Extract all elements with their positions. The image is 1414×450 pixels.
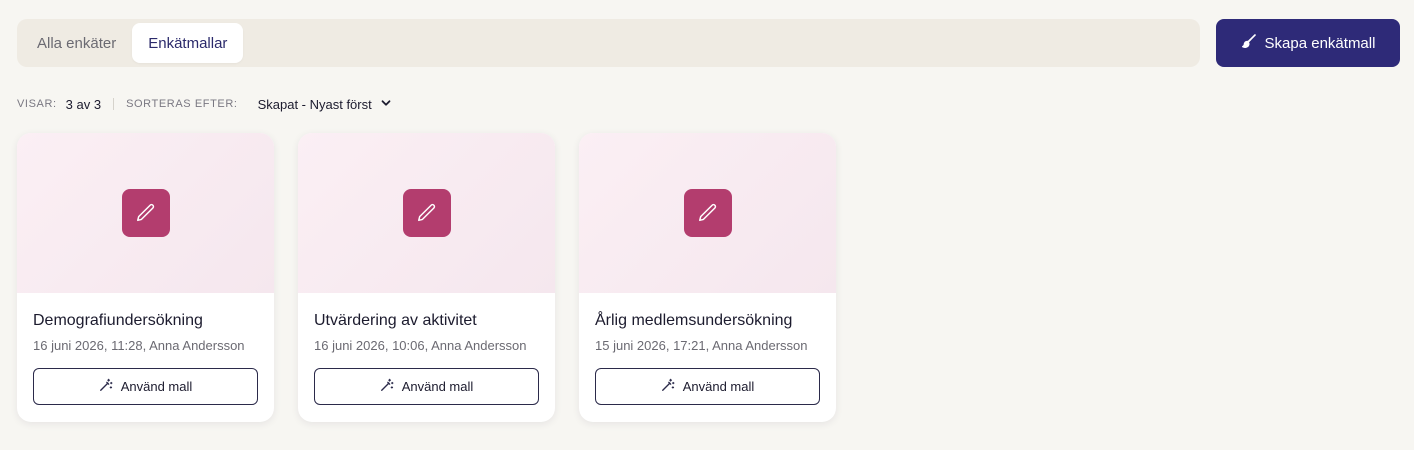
template-card: Årlig medlemsundersökning 15 juni 2026, …	[579, 133, 836, 422]
card-subtitle: 16 juni 2026, 11:28, Anna Andersson	[33, 338, 245, 353]
magic-wand-icon	[380, 378, 394, 395]
template-grid: Demografiundersökning 16 juni 2026, 11:2…	[17, 133, 836, 422]
pencil-icon	[121, 189, 170, 237]
magic-wand-icon	[661, 378, 675, 395]
use-template-label: Använd mall	[120, 379, 193, 394]
sort-label: Sorteras efter:	[126, 98, 238, 110]
magic-wand-icon	[99, 378, 113, 395]
card-title: Utvärdering av aktivitet	[314, 312, 477, 329]
use-template-button[interactable]: Använd mall	[33, 368, 258, 405]
pencil-icon	[683, 189, 732, 237]
sort-value: Skapat - Nyast först	[257, 96, 372, 112]
use-template-label: Använd mall	[682, 379, 755, 394]
create-template-button[interactable]: Skapa enkätmall	[1216, 19, 1400, 67]
template-card: Utvärdering av aktivitet 16 juni 2026, 1…	[298, 133, 555, 422]
card-subtitle: 15 juni 2026, 17:21, Anna Andersson	[595, 338, 808, 353]
card-hero	[579, 133, 836, 293]
card-title: Demografiundersökning	[33, 312, 203, 329]
template-card: Demografiundersökning 16 juni 2026, 11:2…	[17, 133, 274, 422]
list-meta: Visar: 3 av 3 Sorteras efter: Skapat - N…	[17, 95, 392, 113]
use-template-button[interactable]: Använd mall	[314, 368, 539, 405]
showing-count: 3 av 3	[65, 96, 102, 112]
chevron-down-icon	[380, 97, 392, 112]
tab-survey-templates[interactable]: Enkätmallar	[132, 23, 244, 63]
brush-icon	[1241, 33, 1257, 53]
card-subtitle: 16 juni 2026, 10:06, Anna Andersson	[314, 338, 527, 353]
card-title: Årlig medlemsundersökning	[595, 312, 793, 329]
sort-dropdown[interactable]: Skapat - Nyast först	[258, 97, 392, 112]
create-template-label: Skapa enkätmall	[1264, 34, 1376, 52]
card-hero	[298, 133, 555, 293]
showing-label: Visar:	[17, 98, 57, 110]
divider	[113, 98, 115, 110]
use-template-label: Använd mall	[401, 379, 474, 394]
use-template-button[interactable]: Använd mall	[595, 368, 820, 405]
tab-all-surveys[interactable]: Alla enkäter	[21, 23, 132, 63]
pencil-icon	[402, 189, 451, 237]
tab-bar: Alla enkäter Enkätmallar	[17, 19, 1200, 67]
card-hero	[17, 133, 274, 293]
